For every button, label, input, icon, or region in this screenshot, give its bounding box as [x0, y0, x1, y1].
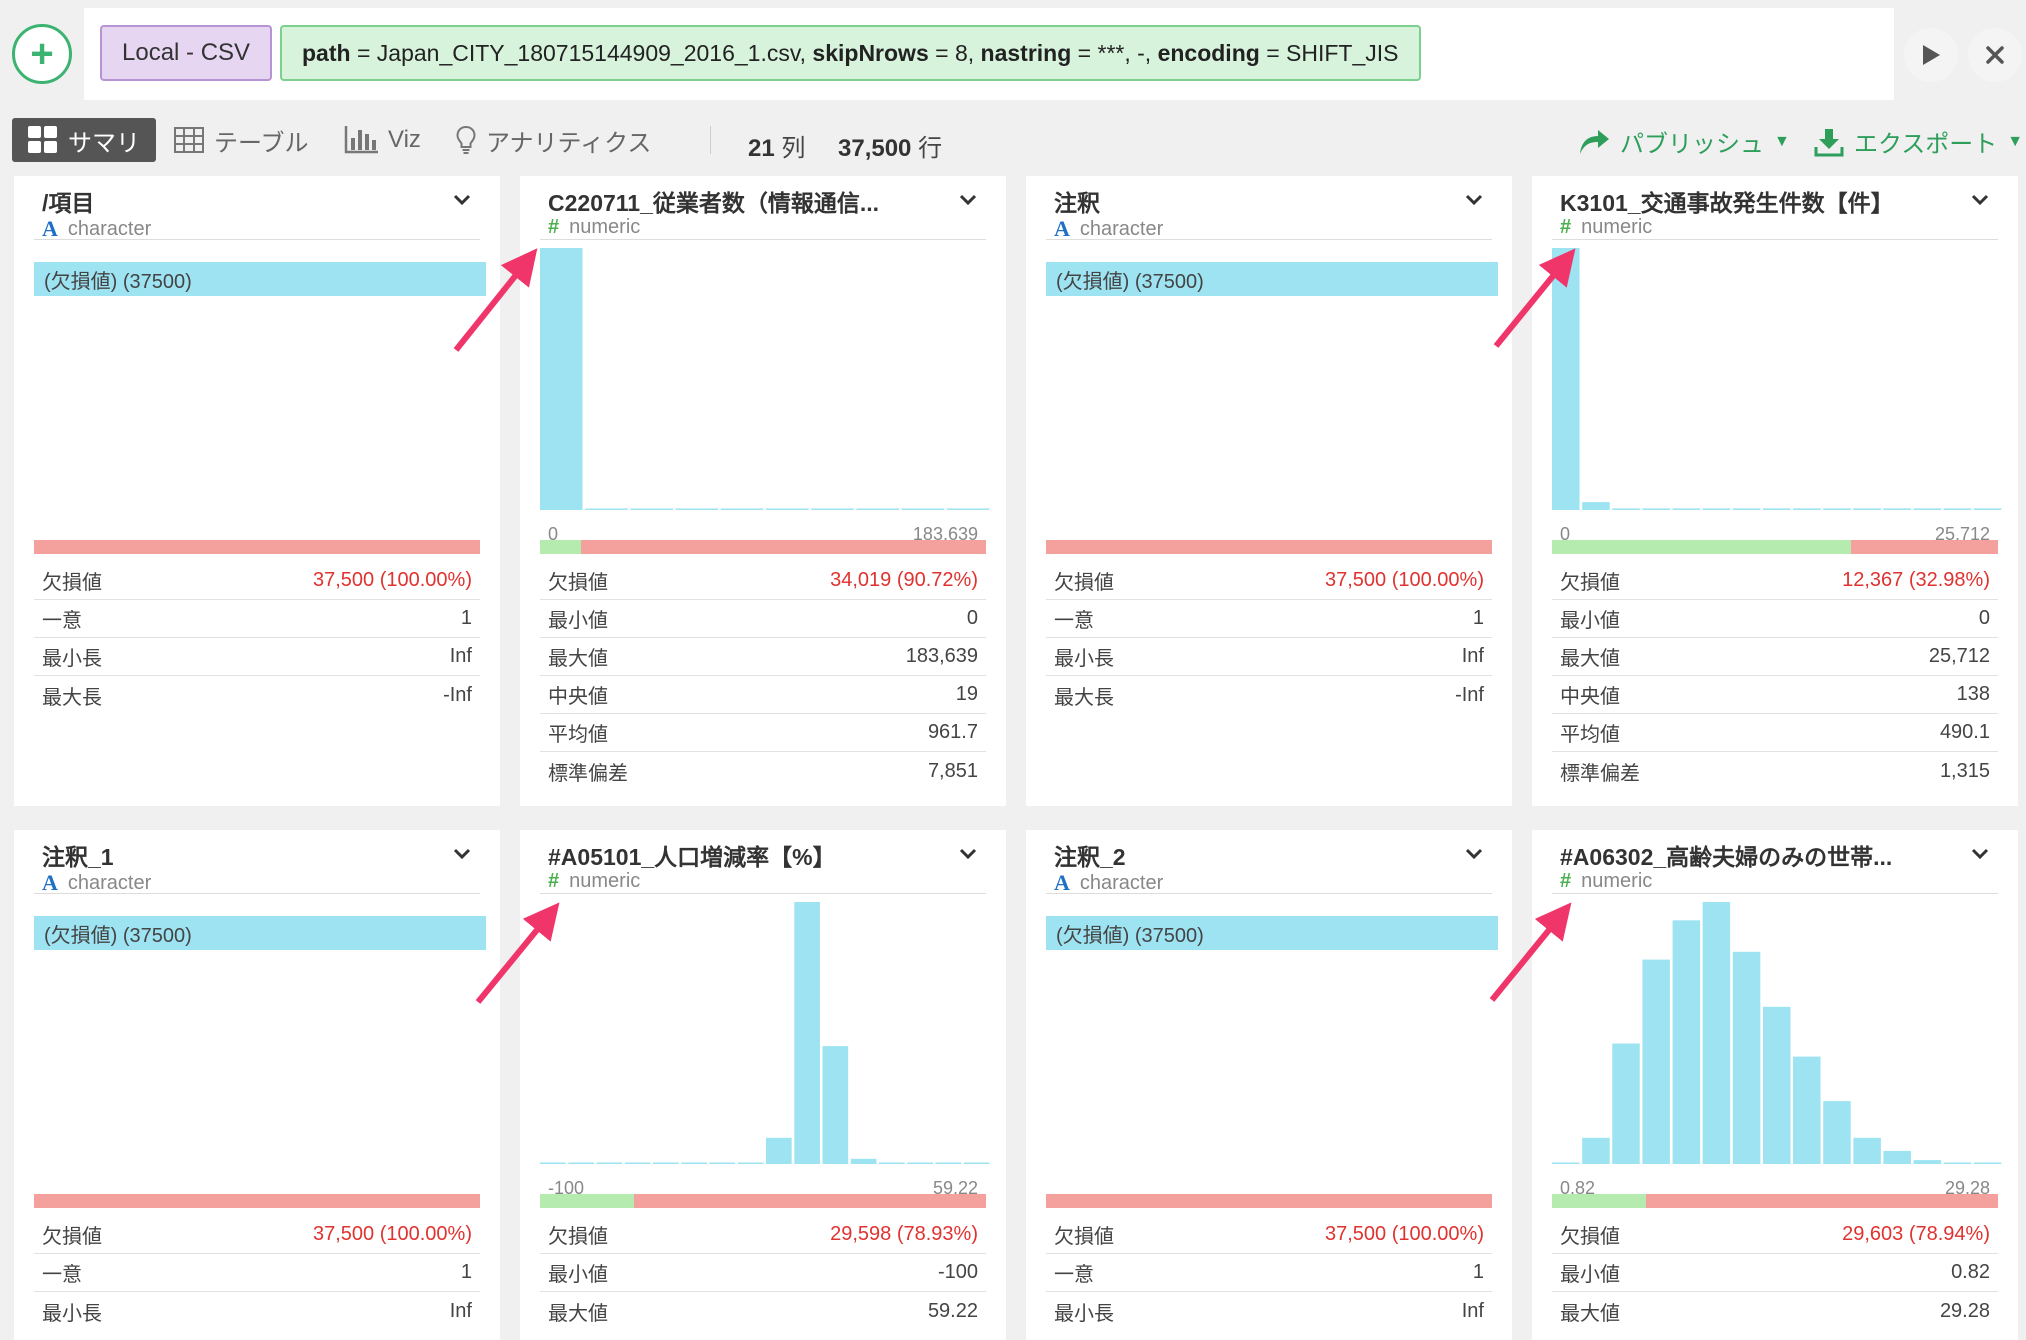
pointer-arrow-icon [1489, 902, 1572, 1002]
pointer-arrow-icon [475, 902, 560, 1004]
pointer-arrow-icon [1493, 248, 1576, 348]
pointer-arrow-icon [453, 248, 538, 352]
annotation-arrows [453, 248, 1576, 1004]
